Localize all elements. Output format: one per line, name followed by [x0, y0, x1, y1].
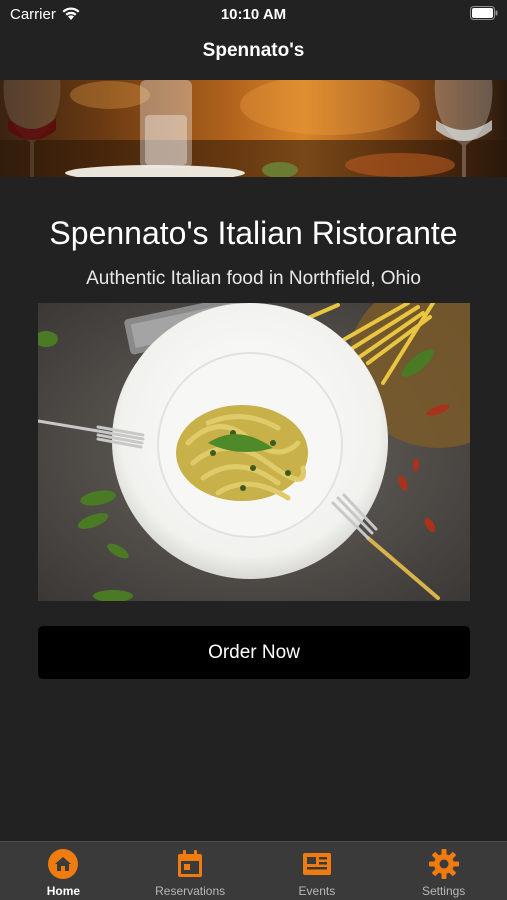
clock: 10:10 AM	[220, 6, 287, 23]
home-icon	[48, 849, 79, 879]
pasta-dish-photo	[38, 303, 470, 601]
status-bar: Carrier 10:10 AM	[0, 0, 507, 28]
tab-home-label: Home	[46, 884, 81, 898]
tab-reservations[interactable]: Reservations	[127, 842, 254, 900]
restaurant-name: Spennato's Italian Ristorante	[49, 215, 458, 251]
tab-settings[interactable]: Settings	[380, 842, 507, 900]
restaurant-banner-image	[0, 80, 507, 177]
nav-title: Spennato's	[202, 40, 305, 61]
gear-icon	[428, 849, 459, 879]
battery-icon	[470, 6, 498, 20]
order-now-button[interactable]: Order Now	[38, 626, 470, 679]
tab-reservations-label: Reservations	[155, 884, 226, 898]
tab-home[interactable]: Home	[0, 842, 127, 900]
tab-events[interactable]: Events	[254, 842, 381, 900]
calendar-icon	[178, 850, 203, 877]
restaurant-tagline: Authentic Italian food in Northfield, Oh…	[86, 268, 421, 289]
newspaper-icon	[302, 853, 331, 875]
tab-events-label: Events	[298, 884, 336, 898]
tab-settings-label: Settings	[421, 884, 466, 898]
tab-bar: Home Reservations Events Settings	[0, 841, 507, 900]
